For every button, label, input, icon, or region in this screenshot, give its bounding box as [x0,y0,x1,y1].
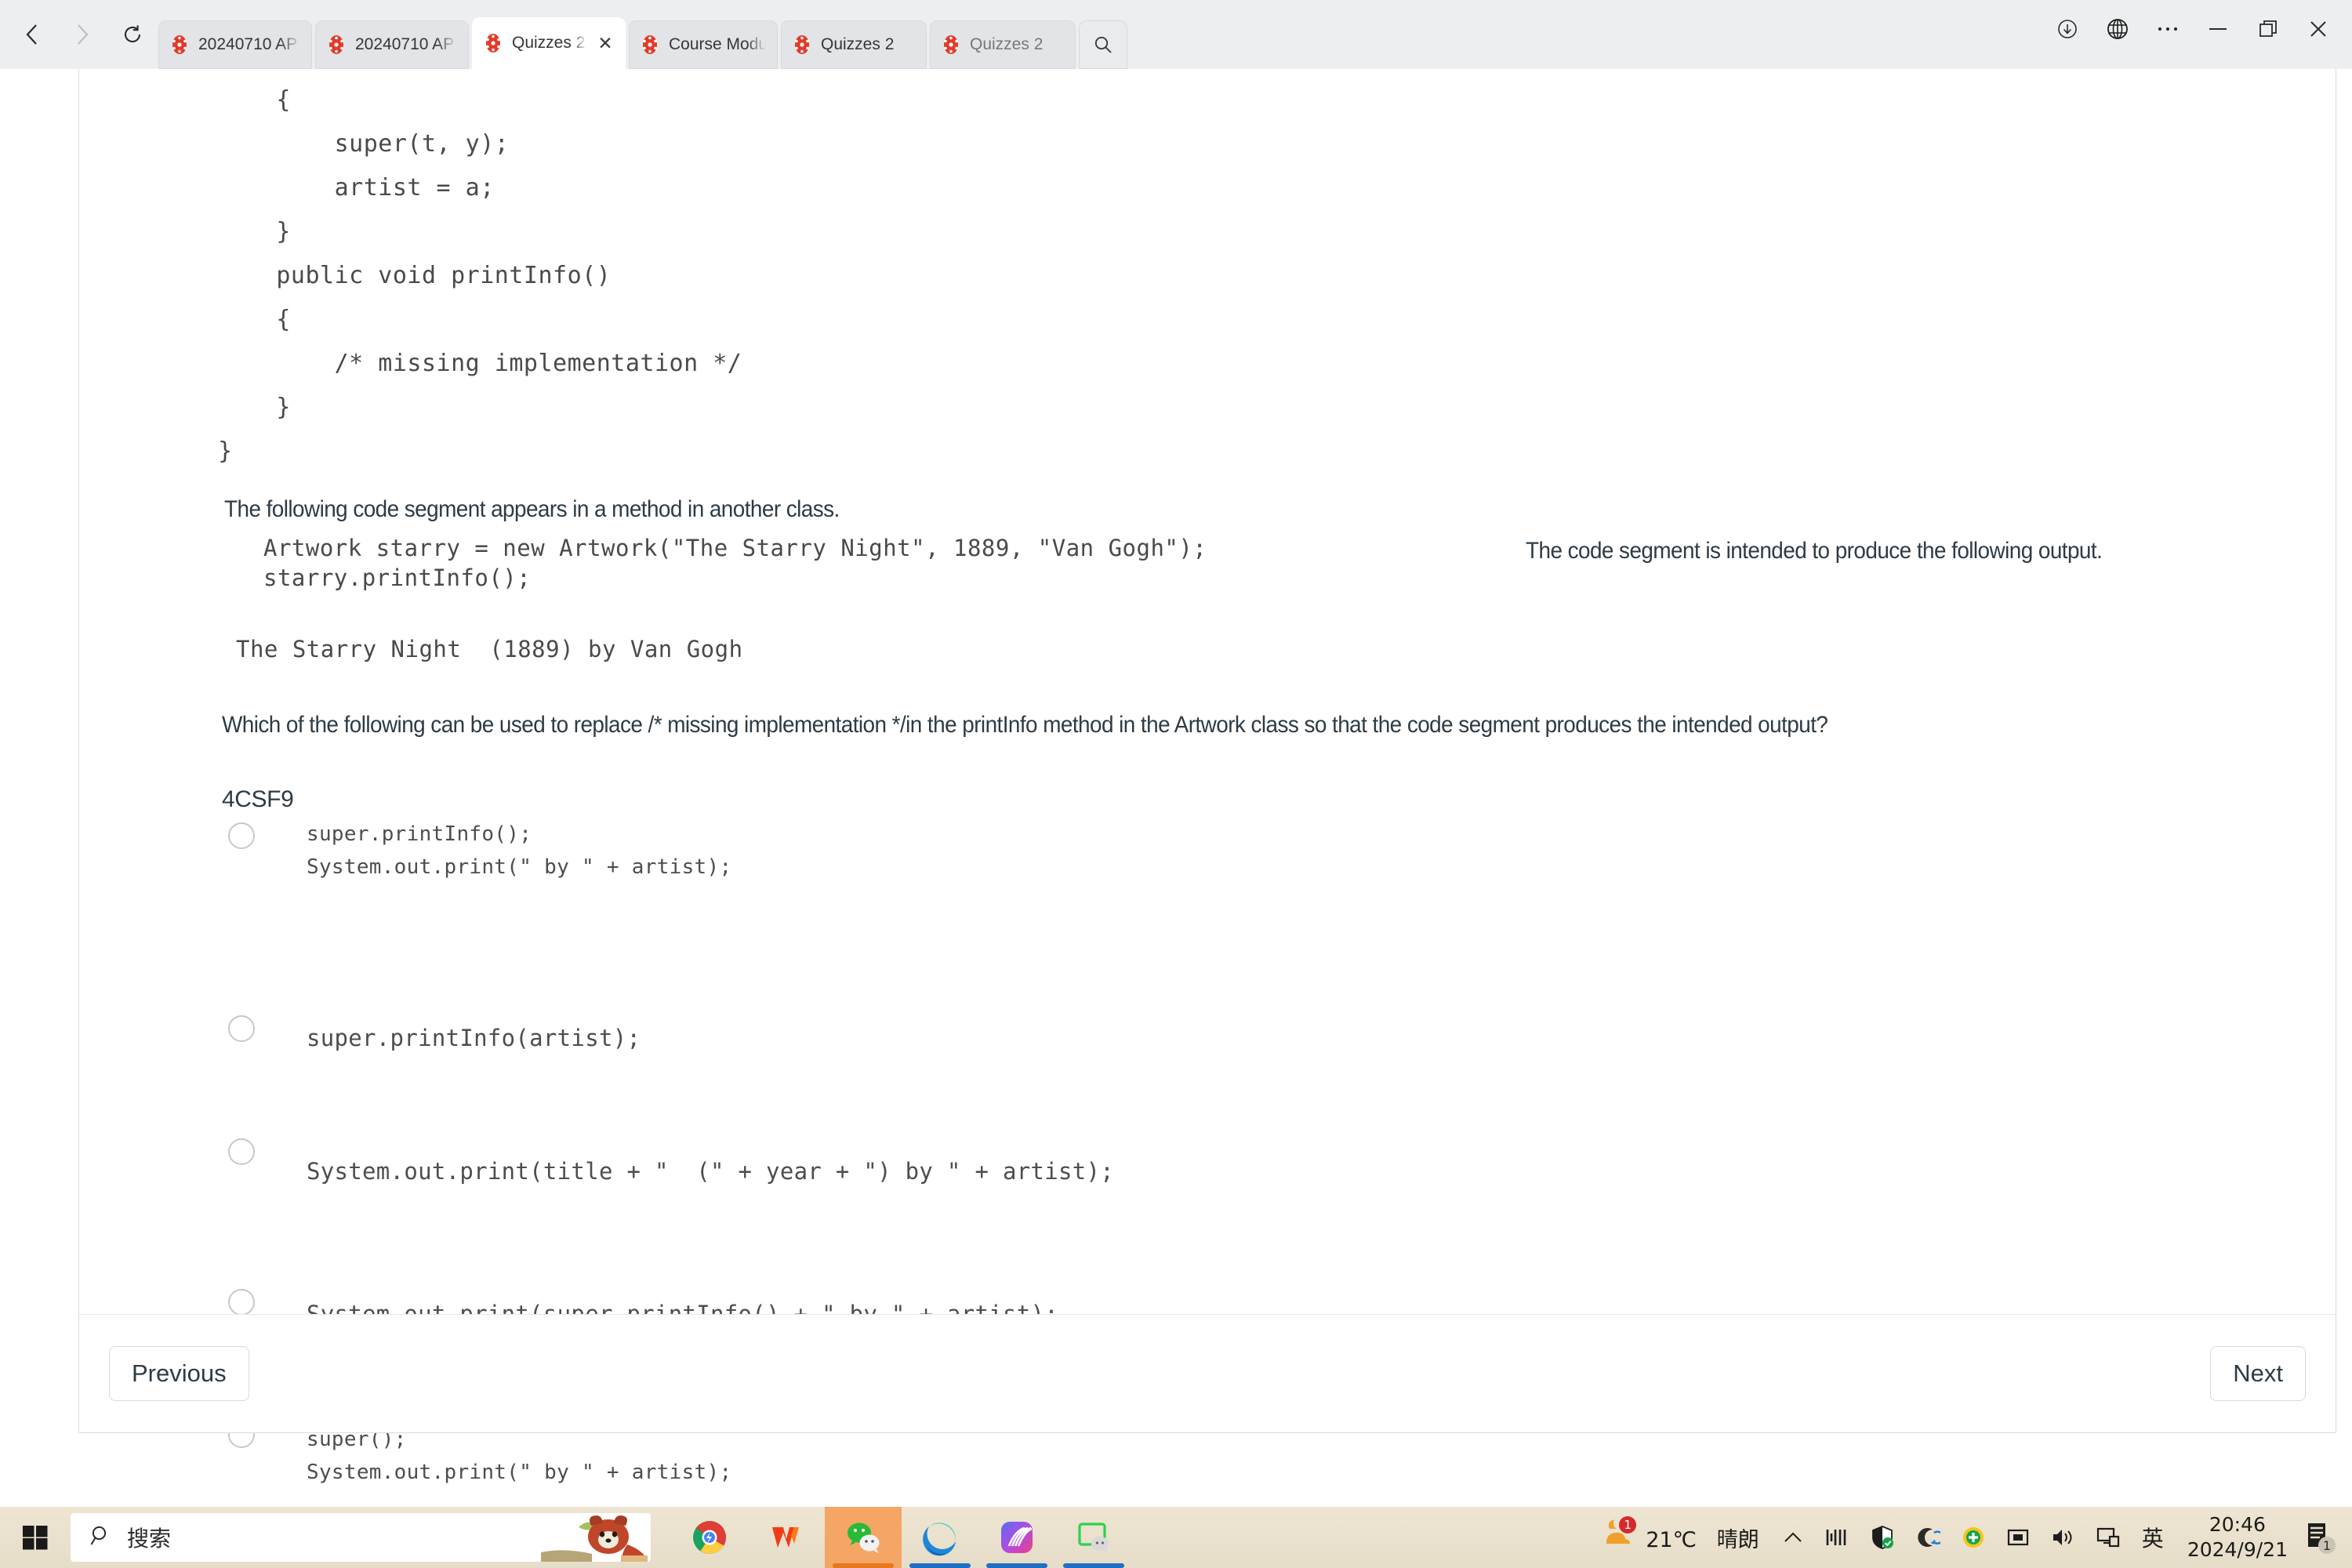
screen-capture-icon[interactable] [1996,1507,2040,1568]
antivirus-icon[interactable] [1951,1507,1996,1568]
taskbar-app-microsoft-edge[interactable] [902,1507,978,1568]
window-controls [2038,0,2352,69]
canvas-icon [484,33,503,53]
browser-tab-4[interactable]: Course Modules: 20240710 [629,20,778,69]
taskbar-app-xiaohongshu[interactable] [978,1507,1055,1568]
weather-condition: 晴朗 [1717,1528,1759,1552]
restore-icon[interactable] [2255,16,2281,42]
next-button[interactable]: Next [2210,1346,2306,1401]
close-icon[interactable] [2305,16,2332,42]
browser-tab-title: 20240710 AP Computer S [198,35,300,54]
taskbar-search-box[interactable]: 搜索 [71,1513,651,1562]
taskbar-app-buttons [671,1507,1132,1568]
weather-alert-badge: 1 [1619,1516,1636,1534]
canvas-icon [170,34,189,55]
more-options-icon[interactable] [2154,16,2181,42]
globe-icon[interactable] [2104,16,2131,42]
minimize-icon[interactable] [2205,16,2231,42]
previous-button[interactable]: Previous [109,1346,249,1401]
windows-taskbar: 搜索 [0,1507,2352,1568]
browser-tab-title: 20240710 AP Computer S [355,35,457,54]
page-content: { super(t, y); artist = a; } public void… [0,69,2352,1507]
search-icon [89,1524,113,1552]
app-active-underline [986,1563,1047,1568]
intro-text: The following code segment appears in a … [224,496,840,523]
browser-tab-active-quizzes[interactable]: Quizzes 2 ✕ [472,17,626,69]
taskbar-app-wechat[interactable] [825,1507,902,1568]
quiz-question-card: { super(t, y); artist = a; } public void… [78,69,2336,1355]
downloads-icon[interactable] [2054,16,2081,42]
expected-output-block: The Starry Night (1889) by Van Gogh [236,627,743,671]
search-placeholder: 搜索 [127,1522,171,1553]
volume-icon[interactable] [2040,1507,2085,1568]
radio-button[interactable] [228,1015,255,1042]
forward-icon [67,20,97,49]
taskbar-app-wps-office[interactable] [748,1507,825,1568]
browser-tab-title: Course Modules: 20240710 [669,35,766,54]
windows-security-shield-icon[interactable] [1860,1507,1905,1568]
tab-search-icon[interactable] [1079,20,1127,69]
canvas-icon [641,34,659,55]
red-panda-image [533,1513,651,1562]
sync-icon[interactable] [1905,1507,1951,1568]
artwork-class-code-block: { super(t, y); artist = a; } public void… [189,78,742,474]
svg-text:1: 1 [2323,1538,2331,1553]
weather-widget[interactable]: 1 21℃ 晴朗 [1592,1518,1771,1558]
network-monitor-icon[interactable] [1814,1507,1860,1568]
browser-tab-title: Quizzes 2 [821,35,915,54]
show-hidden-icons-chevron-icon[interactable] [1772,1507,1814,1568]
back-icon[interactable] [17,20,47,49]
tab-strip: 20240710 AP Computer S 20240710 AP Compu… [158,0,2038,69]
radio-button[interactable] [228,1138,255,1165]
answer-option-label: super.printInfo(artist); [307,1022,641,1054]
ime-language-indicator[interactable]: 英 [2131,1522,2175,1553]
radio-button[interactable] [228,1289,255,1316]
question-prompt: Which of the following can be used to re… [222,712,1828,739]
network-monitor-display-icon[interactable] [2085,1507,2131,1568]
weather-temperature: 21℃ [1646,1528,1697,1552]
browser-tab-title: Quizzes 2 [970,35,1064,54]
reload-icon[interactable] [118,20,147,49]
weather-icon: 1 [1599,1518,1635,1558]
question-variant-code: 4CSF9 [222,786,293,813]
taskbar-clock[interactable]: 20:46 2024/9/21 [2175,1512,2300,1563]
weather-text: 21℃ 晴朗 [1646,1523,1759,1553]
navigation-controls [0,0,158,69]
windows-start-icon[interactable] [0,1507,71,1568]
notification-icon[interactable]: 1 [2300,1515,2341,1559]
browser-chrome: 20240710 AP Computer S 20240710 AP Compu… [0,0,2352,69]
browser-tab-2[interactable]: 20240710 AP Computer S [315,20,469,69]
app-active-underline [833,1563,894,1568]
taskbar-app-chrome[interactable] [671,1507,748,1568]
answer-option-label: System.out.print(title + " (" + year + "… [307,1155,1114,1188]
quiz-navigation-footer: Previous Next [78,1314,2336,1433]
system-tray: 1 21℃ 晴朗 [1592,1507,2352,1568]
canvas-icon [942,34,960,55]
clock-time: 20:46 [2209,1512,2266,1537]
canvas-icon [327,34,346,55]
close-tab-icon[interactable]: ✕ [597,33,614,54]
app-active-underline [909,1563,971,1568]
browser-tab-1[interactable]: 20240710 AP Computer S [158,20,312,69]
canvas-icon [793,34,811,55]
browser-tab-6[interactable]: Quizzes 2 [930,20,1076,69]
radio-button[interactable] [228,822,255,849]
answer-option-label: super.printInfo(); System.out.print(" by… [307,818,731,884]
clock-date: 2024/9/21 [2187,1537,2288,1563]
taskbar-app-wechat-devtools[interactable] [1055,1507,1132,1568]
browser-tab-title: Quizzes 2 [512,34,587,53]
app-active-underline [1063,1563,1124,1568]
browser-tab-5[interactable]: Quizzes 2 [781,20,927,69]
code-segment-block: Artwork starry = new Artwork("The Starry… [263,533,1207,593]
intended-output-note: The code segment is intended to produce … [1526,538,2102,564]
